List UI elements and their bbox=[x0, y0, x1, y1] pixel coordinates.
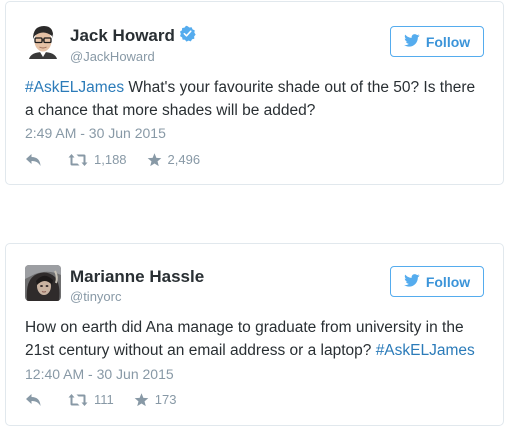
user-info: Marianne Hassle @tinyorc bbox=[70, 267, 204, 306]
retweet-button[interactable]: 1,188 bbox=[68, 152, 127, 167]
avatar[interactable] bbox=[25, 23, 61, 59]
tweet-text: #AskELJames What's your favourite shade … bbox=[25, 76, 487, 122]
display-name[interactable]: Jack Howard bbox=[70, 26, 175, 46]
retweet-button[interactable]: 111 bbox=[68, 392, 114, 407]
follow-button[interactable]: Follow bbox=[390, 26, 484, 57]
follow-button[interactable]: Follow bbox=[390, 266, 484, 297]
tweet-text: How on earth did Ana manage to graduate … bbox=[25, 316, 487, 362]
retweet-icon bbox=[68, 153, 88, 167]
display-name-row: Marianne Hassle bbox=[70, 267, 204, 287]
star-icon bbox=[147, 152, 162, 167]
retweet-count: 1,188 bbox=[94, 152, 127, 167]
hashtag-link[interactable]: #AskELJames bbox=[376, 342, 475, 359]
reply-button[interactable] bbox=[25, 153, 42, 167]
hashtag-link[interactable]: #AskELJames bbox=[25, 79, 124, 96]
reply-icon bbox=[25, 153, 42, 167]
twitter-bird-icon bbox=[403, 33, 420, 50]
display-name-row: Jack Howard bbox=[70, 25, 196, 47]
handle[interactable]: @tinyorc bbox=[70, 288, 204, 306]
retweet-count: 111 bbox=[94, 392, 114, 407]
tweet-card: Jack Howard @JackHoward Follow #AskELJam… bbox=[5, 1, 504, 185]
reply-button[interactable] bbox=[25, 393, 42, 407]
favorite-count: 173 bbox=[154, 392, 177, 407]
tweet-actions: 111 173 bbox=[25, 392, 176, 407]
follow-label: Follow bbox=[425, 33, 471, 50]
star-icon bbox=[134, 392, 149, 407]
display-name[interactable]: Marianne Hassle bbox=[70, 267, 204, 287]
timestamp[interactable]: 12:40 AM - 30 Jun 2015 bbox=[25, 365, 174, 383]
timestamp[interactable]: 2:49 AM - 30 Jun 2015 bbox=[25, 124, 166, 142]
tweet-card: Marianne Hassle @tinyorc Follow How on e… bbox=[5, 243, 504, 426]
avatar[interactable] bbox=[25, 265, 61, 301]
user-info: Jack Howard @JackHoward bbox=[70, 25, 196, 66]
retweet-icon bbox=[68, 393, 88, 407]
favorite-button[interactable]: 173 bbox=[134, 392, 177, 407]
reply-icon bbox=[25, 393, 42, 407]
twitter-bird-icon bbox=[403, 273, 420, 290]
verified-badge-icon bbox=[179, 25, 196, 47]
follow-label: Follow bbox=[425, 273, 471, 290]
favorite-count: 2,496 bbox=[167, 152, 201, 167]
handle[interactable]: @JackHoward bbox=[70, 48, 196, 66]
favorite-button[interactable]: 2,496 bbox=[147, 152, 201, 167]
tweet-actions: 1,188 2,496 bbox=[25, 152, 200, 167]
